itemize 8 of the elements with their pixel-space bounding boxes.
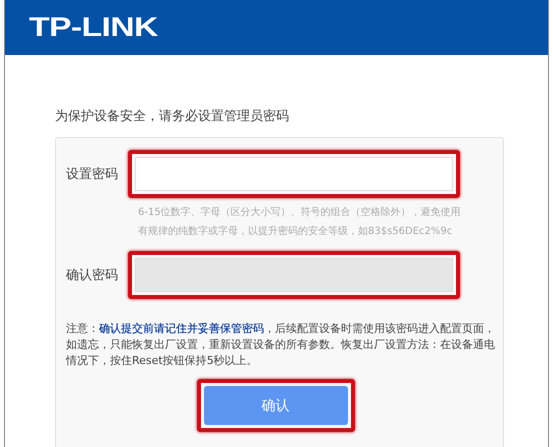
prompt-text: 为保护设备安全，请务必设置管理员密码	[55, 108, 290, 125]
brand-logo: TP-LINK	[29, 12, 158, 43]
confirm-button[interactable]: 确认	[204, 386, 348, 425]
field-label: 确认密码	[66, 267, 119, 284]
hint-text: 6-15位数字、字母（区分大小写）、符号的组合（空格除外），避免使用有规律的纯数字或字母，以提升密码的安全等级，如83$s56DEc2%9c	[138, 206, 462, 239]
password-field[interactable]	[135, 157, 453, 191]
field-label: 设置密码	[66, 166, 119, 183]
note-text: 注意：确认提交前请记住并妥善保管密码，后续配置设备时需使用该密码进入配置页面，如遗忘，只能恢复出厂设置，重新设置设备的所有参数。恢复出厂设置方法：在设备通电情况下，按住Reset按钮保持5秒以上。	[66, 321, 495, 369]
